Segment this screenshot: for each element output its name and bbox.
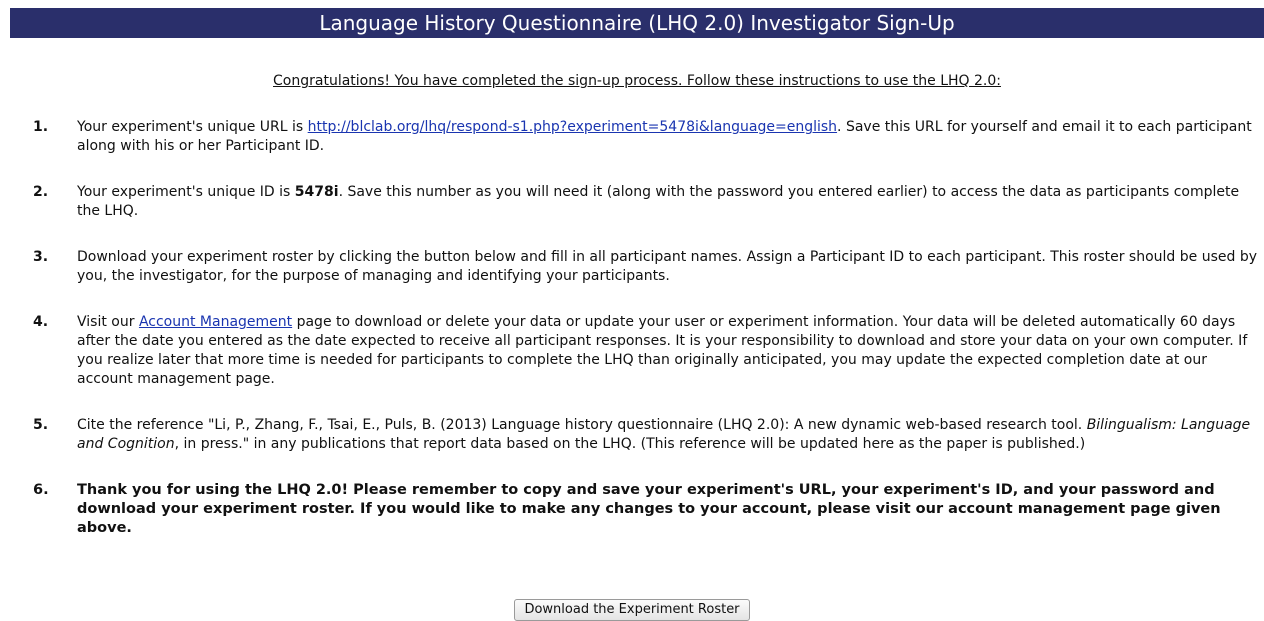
account-management-link[interactable]: Account Management (139, 314, 292, 330)
step-text: Download your experiment roster by click… (77, 249, 1258, 284)
step-text-pre: Your experiment's unique URL is (77, 119, 308, 135)
step-text: Your experiment's unique ID is 5478i. Sa… (77, 183, 1260, 221)
step-text-pre: Cite the reference "Li, P., Zhang, F., T… (77, 417, 1087, 433)
download-roster-button[interactable]: Download the Experiment Roster (514, 598, 750, 621)
step-text-post: , in press." in any publications that re… (174, 436, 1086, 452)
experiment-url-link[interactable]: http://blclab.org/lhq/respond-s1.php?exp… (308, 119, 837, 135)
download-button-container: Download the Experiment Roster (0, 598, 1264, 621)
step-6: 6. Thank you for using the LHQ 2.0! Plea… (0, 481, 1264, 538)
step-text: Cite the reference "Li, P., Zhang, F., T… (77, 416, 1260, 454)
step-1: 1. Your experiment's unique URL is http:… (0, 118, 1264, 156)
step-number: 2. (33, 184, 49, 200)
step-number: 6. (33, 482, 49, 498)
intro-text: Congratulations! You have completed the … (273, 73, 1001, 89)
page-title: Language History Questionnaire (LHQ 2.0)… (319, 11, 955, 35)
step-4: 4. Visit our Account Management page to … (0, 313, 1264, 389)
instructions-list: 1. Your experiment's unique URL is http:… (0, 118, 1264, 565)
step-2: 2. Your experiment's unique ID is 5478i.… (0, 183, 1264, 221)
step-number: 5. (33, 417, 49, 433)
step-text: Thank you for using the LHQ 2.0! Please … (77, 482, 1221, 536)
step-5: 5. Cite the reference "Li, P., Zhang, F.… (0, 416, 1264, 454)
step-number: 3. (33, 249, 49, 265)
step-number: 1. (33, 119, 49, 135)
step-text: Your experiment's unique URL is http://b… (77, 118, 1260, 156)
step-number: 4. (33, 314, 49, 330)
experiment-id-value: 5478i (294, 184, 339, 200)
step-text-pre: Visit our (77, 314, 139, 330)
step-3: 3. Download your experiment roster by cl… (0, 248, 1264, 286)
step-text: Visit our Account Management page to dow… (77, 313, 1260, 389)
step-text-pre: Your experiment's unique ID is (77, 184, 295, 200)
page-header: Language History Questionnaire (LHQ 2.0)… (10, 8, 1264, 38)
